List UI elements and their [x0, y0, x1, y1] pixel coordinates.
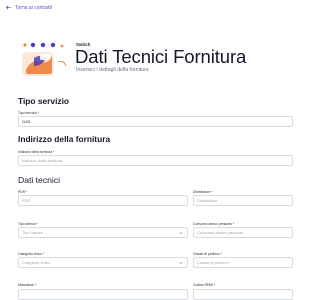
- chevron-down-icon: [179, 232, 183, 234]
- categoria-label: Categoria d'uso *: [18, 252, 44, 256]
- misuratore-label: Misuratore *: [18, 283, 37, 287]
- indirizzo-field[interactable]: Indirizzo della fornitura: [18, 155, 293, 166]
- remi-label: Codice REMI *: [193, 283, 216, 287]
- tipo-servizio-value: GAS: [22, 119, 31, 124]
- consumo-field[interactable]: Consumo annuo presunto: [193, 227, 293, 238]
- tipo-utenza-select[interactable]: Tipo utenza: [18, 227, 188, 238]
- section-heading-indirizzo: Indirizzo della fornitura: [18, 134, 111, 144]
- page-title: Dati Tecnici Fornitura: [75, 46, 247, 67]
- distributore-field[interactable]: Distributore: [193, 195, 293, 206]
- pdr-label: PDR *: [18, 190, 28, 194]
- pdr-field[interactable]: PDR: [18, 195, 188, 206]
- distributore-label: Distributore *: [193, 190, 213, 194]
- section-heading-tipo-servizio: Tipo servizio: [18, 96, 70, 106]
- classe-field[interactable]: Classe di prelievo: [193, 257, 293, 268]
- arrow-left-icon: [5, 5, 11, 10]
- tipo-utenza-placeholder: Tipo utenza: [22, 230, 43, 235]
- back-link-label: Torna ai contratti: [15, 4, 52, 11]
- classe-label: Classe di prelievo *: [193, 252, 223, 256]
- switch-illustration-icon: [22, 42, 67, 76]
- remi-field[interactable]: [193, 289, 293, 300]
- chevron-down-icon: [179, 262, 183, 264]
- back-to-contracts-link[interactable]: Torna ai contratti: [5, 4, 52, 11]
- consumo-placeholder: Consumo annuo presunto: [197, 230, 244, 235]
- misuratore-field[interactable]: [18, 289, 188, 300]
- tipo-servizio-label: Tipo servizio *: [18, 111, 40, 115]
- distributore-placeholder: Distributore: [197, 198, 218, 203]
- classe-placeholder: Classe di prelievo: [197, 260, 229, 265]
- categoria-select[interactable]: Categoria d'uso: [18, 257, 188, 268]
- pdr-placeholder: PDR: [22, 198, 31, 203]
- consumo-label: Consumo annuo presunto *: [193, 222, 235, 226]
- categoria-placeholder: Categoria d'uso: [22, 260, 50, 265]
- indirizzo-label: Indirizzo della fornitura *: [18, 150, 55, 154]
- tipo-utenza-label: Tipo utenza *: [18, 222, 38, 226]
- tipo-servizio-field[interactable]: GAS: [18, 116, 293, 127]
- section-heading-dati-tecnici: Dati tecnici: [18, 175, 61, 185]
- page-subtitle: Inserisci i dettagli della fornitura: [76, 67, 149, 73]
- indirizzo-placeholder: Indirizzo della fornitura: [22, 158, 63, 163]
